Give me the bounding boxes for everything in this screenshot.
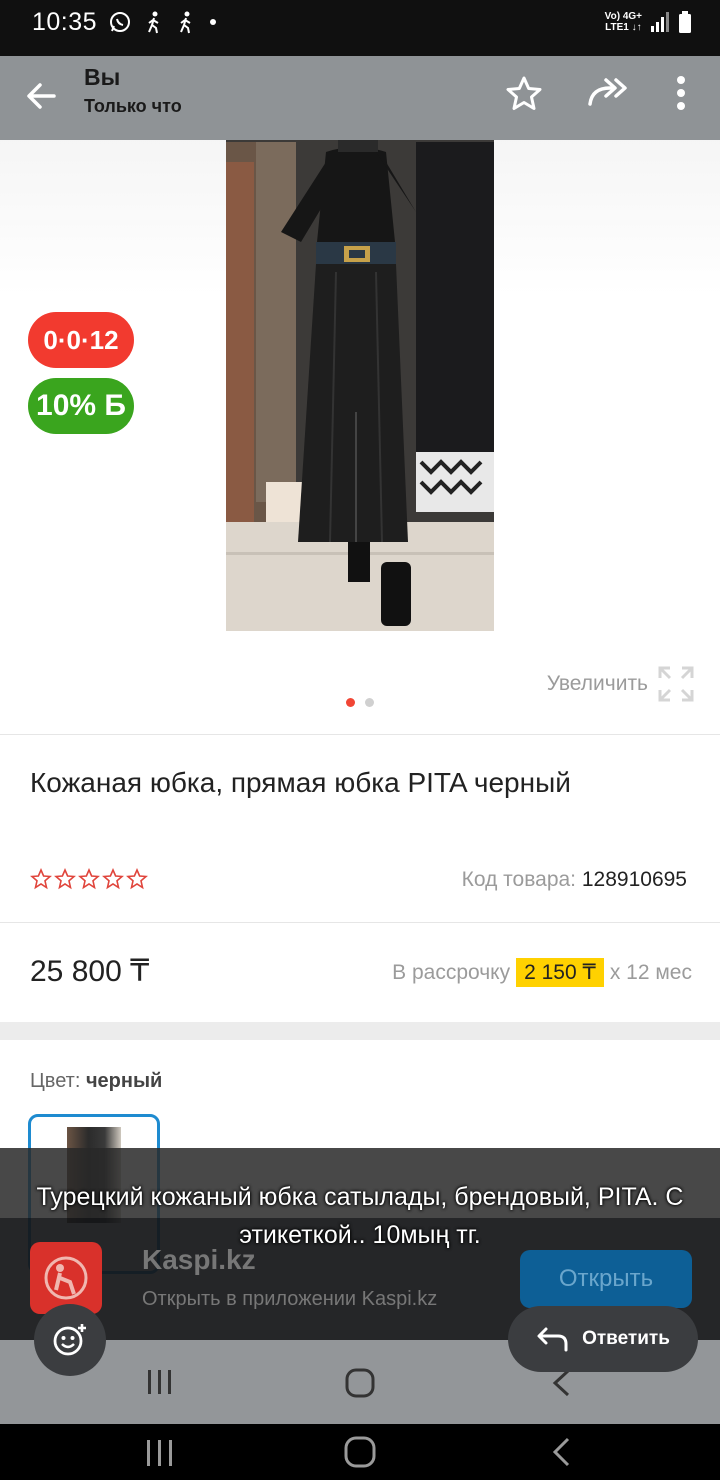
star-outline-icon [102,868,124,890]
product-gallery[interactable]: Вы Только что 0·0·12 10% Б Увеличить [0,56,720,732]
home-icon[interactable] [344,1436,376,1468]
emoji-button[interactable] [34,1304,106,1376]
pagination-dot-active[interactable] [346,698,355,707]
chat-timestamp: Только что [84,96,182,116]
recent-apps-icon[interactable] [145,1438,175,1468]
product-code: Код товара: 128910695 [461,868,687,891]
reply-icon [537,1327,568,1352]
more-options-icon[interactable] [664,74,698,114]
expand-icon [658,666,694,702]
installment-info[interactable]: В рассрочку 2 150 ₸ x 12 мес [392,958,692,987]
chat-sender-name: Вы [84,64,121,90]
recent-apps-icon[interactable] [146,1368,174,1396]
product-price: 25 800 ₸ [30,955,150,988]
reply-label: Ответить [582,1328,670,1349]
back-arrow-icon[interactable] [20,74,64,118]
divider [0,734,720,735]
product-page: Вы Только что 0·0·12 10% Б Увеличить Кож… [0,56,720,1424]
rating-stars[interactable] [30,868,148,890]
star-outline-icon [30,868,52,890]
whatsapp-icon [110,12,130,32]
status-time: 10:35 [32,8,98,36]
color-label: Цвет: черный [30,1070,163,1092]
color-value: черный [85,1070,163,1092]
product-photo[interactable] [226,82,494,631]
open-in-app-button[interactable]: Открыть [520,1250,692,1308]
app-bar: Вы Только что [0,56,720,140]
walking-icon-2 [180,11,191,34]
dot-icon [210,19,216,25]
walking-icon [148,11,159,34]
back-nav-icon[interactable] [550,1436,572,1468]
network-indicator: Vo) 4G+ LTE1 ↓↑ [604,11,642,33]
forward-icon[interactable] [584,74,630,114]
signal-icon [651,12,669,32]
home-icon[interactable] [345,1368,375,1398]
kaspi-app-subtitle: Открыть в приложении Kaspi.kz [142,1288,438,1310]
zoom-button[interactable]: Увеличить [547,666,694,702]
star-outline-icon [126,868,148,890]
back-nav-icon[interactable] [550,1368,572,1398]
star-outline-icon [78,868,100,890]
system-navigation-bar [0,1424,720,1480]
reply-button[interactable]: Ответить [508,1306,698,1372]
emoji-add-icon [53,1324,86,1356]
installment-amount: 2 150 ₸ [516,958,604,987]
zoom-label: Увеличить [546,672,648,695]
message-caption: Турецкий кожаный юбка сатылады, брендовы… [36,1183,684,1249]
battery-icon [679,11,691,33]
gallery-pagination [346,698,374,707]
installment-badge: 0·0·12 [28,312,134,368]
divider [0,922,720,923]
product-code-value: 128910695 [581,868,687,891]
section-separator [0,1022,720,1040]
pagination-dot[interactable] [365,698,374,707]
product-title: Кожаная юбка, прямая юбка PITA черный [30,767,571,798]
star-icon[interactable] [504,74,544,114]
bonus-badge: 10% Б [28,378,134,434]
status-bar: 10:35 Vo) 4G+ LTE1 ↓↑ [0,0,720,56]
star-outline-icon [54,868,76,890]
